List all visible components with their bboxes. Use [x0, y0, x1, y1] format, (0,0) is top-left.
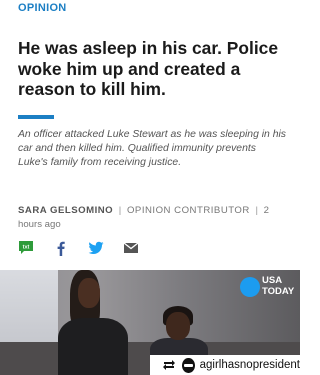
repost-icon: [162, 359, 176, 371]
email-icon[interactable]: [123, 240, 139, 256]
person-left-face: [78, 278, 100, 308]
txt-message-icon[interactable]: txt: [18, 240, 34, 256]
usa-today-logo-text: USA TODAY: [262, 275, 295, 297]
article-summary: An officer attacked Luke Stewart as he w…: [18, 129, 286, 169]
author-role: OPINION CONTRIBUTOR: [126, 205, 250, 216]
usa-today-logo-icon: [240, 277, 260, 297]
accent-divider: [18, 115, 54, 119]
byline-separator: |: [118, 205, 122, 216]
repost-attribution[interactable]: agirlhasnopresident: [150, 355, 300, 375]
article-headline: He was asleep in his car. Police woke hi…: [18, 38, 279, 99]
facebook-icon[interactable]: [53, 240, 69, 256]
twitter-icon[interactable]: [88, 240, 104, 256]
author-name[interactable]: SARA GELSOMINO: [18, 205, 113, 216]
byline-separator-2: |: [255, 205, 259, 216]
share-row: txt: [18, 240, 158, 256]
video-window: [0, 270, 58, 350]
txt-icon-label: txt: [23, 245, 30, 251]
byline: SARA GELSOMINO | OPINION CONTRIBUTOR | 2…: [18, 204, 283, 232]
avatar[interactable]: [182, 357, 195, 373]
person-right-face: [166, 312, 190, 340]
person-left: [58, 318, 128, 375]
repost-username[interactable]: agirlhasnopresident: [200, 359, 300, 371]
section-label[interactable]: OPINION: [18, 2, 67, 14]
